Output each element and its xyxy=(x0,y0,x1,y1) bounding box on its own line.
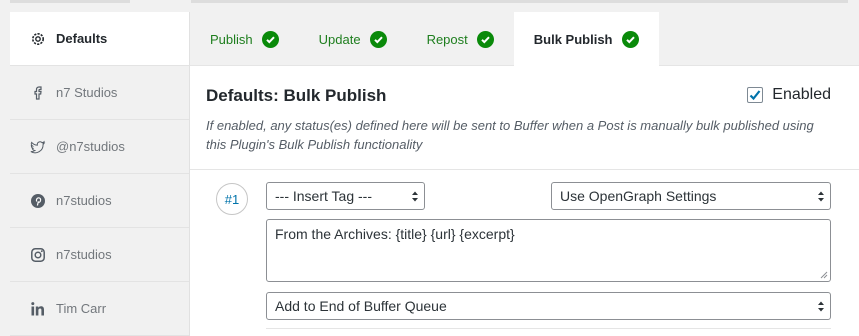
status-number-badge: #1 xyxy=(216,183,248,215)
sidebar-item-pinterest[interactable]: n7studios xyxy=(10,174,189,228)
check-circle-icon xyxy=(261,30,279,48)
insert-tag-select[interactable]: --- Insert Tag --- xyxy=(266,182,425,210)
sidebar-item-label: n7 Studios xyxy=(56,85,118,100)
check-circle-icon xyxy=(369,30,387,48)
status-text-value: From the Archives: {title} {url} {excerp… xyxy=(275,226,515,242)
image-settings-select[interactable]: Use OpenGraph Settings xyxy=(551,182,831,210)
select-arrows-icon xyxy=(412,191,418,202)
select-value: Use OpenGraph Settings xyxy=(560,188,717,204)
twitter-icon xyxy=(30,139,46,155)
tab-label: Update xyxy=(318,31,361,47)
tab-repost[interactable]: Repost xyxy=(407,12,514,66)
linkedin-icon xyxy=(30,301,46,317)
resize-grip-icon[interactable] xyxy=(820,271,828,279)
select-value: Add to End of Buffer Queue xyxy=(275,298,447,314)
panel-description: If enabled, any status(es) defined here … xyxy=(206,118,814,152)
top-divider-left xyxy=(10,0,130,3)
tab-publish[interactable]: Publish xyxy=(190,12,299,66)
divider xyxy=(266,328,831,329)
gear-icon xyxy=(30,31,46,47)
queue-position-select[interactable]: Add to End of Buffer Queue xyxy=(266,292,831,320)
select-value: --- Insert Tag --- xyxy=(275,188,372,204)
sidebar-item-label: Tim Carr xyxy=(56,301,107,316)
sidebar-item-label: Defaults xyxy=(56,31,108,46)
sidebar-item-label: @n7studios xyxy=(56,139,125,154)
checkmark-icon xyxy=(750,90,761,101)
tab-bulk-publish[interactable]: Bulk Publish xyxy=(513,12,659,66)
sidebar-item-twitter[interactable]: @n7studios xyxy=(10,120,189,174)
facebook-icon xyxy=(30,85,46,101)
sidebar-item-linkedin[interactable]: Tim Carr xyxy=(10,282,189,336)
panel-header: Defaults: Bulk Publish If enabled, any s… xyxy=(190,66,859,170)
enabled-checkbox[interactable] xyxy=(747,87,764,103)
enabled-toggle[interactable]: Enabled xyxy=(747,86,831,104)
tab-label: Repost xyxy=(426,31,468,47)
tab-update[interactable]: Update xyxy=(299,12,407,66)
check-circle-icon xyxy=(476,30,494,48)
instagram-icon xyxy=(30,247,46,263)
settings-panel: Publish Update Repost Bulk Publish Defau… xyxy=(190,12,859,336)
sidebar-item-facebook[interactable]: n7 Studios xyxy=(10,66,189,120)
tab-label: Bulk Publish xyxy=(533,31,613,47)
status-text-input[interactable]: From the Archives: {title} {url} {excerp… xyxy=(266,219,831,282)
profiles-sidebar: Defaults n7 Studios @n7studios n7studios… xyxy=(10,12,190,336)
sidebar-item-instagram[interactable]: n7studios xyxy=(10,228,189,282)
sidebar-item-label: n7studios xyxy=(56,193,112,208)
sidebar-item-label: n7studios xyxy=(56,247,112,262)
select-arrows-icon xyxy=(818,301,824,312)
check-circle-icon xyxy=(621,30,639,48)
action-tabs: Publish Update Repost Bulk Publish xyxy=(190,12,859,66)
top-divider-right xyxy=(191,0,848,3)
enabled-label: Enabled xyxy=(772,86,831,103)
sidebar-item-defaults[interactable]: Defaults xyxy=(10,12,189,66)
select-arrows-icon xyxy=(818,191,824,202)
pinterest-icon xyxy=(30,193,46,209)
tab-label: Publish xyxy=(210,31,253,47)
